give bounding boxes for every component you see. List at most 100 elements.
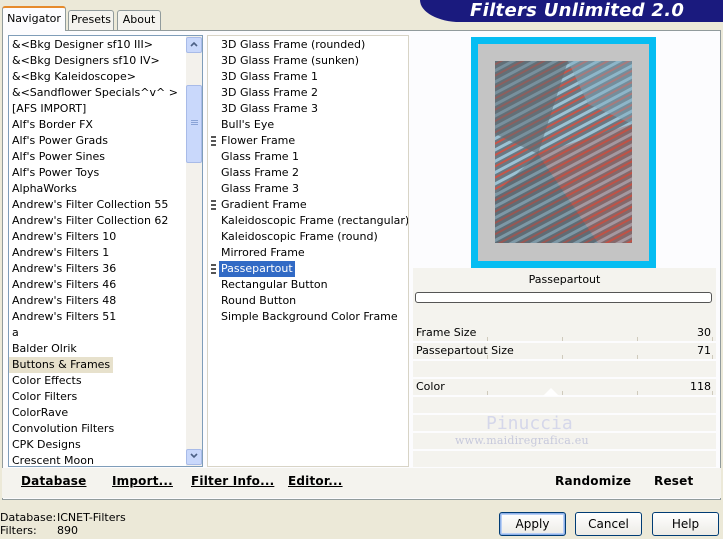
randomize-button[interactable]: Randomize <box>555 474 631 488</box>
import-button[interactable]: Import... <box>112 474 173 488</box>
filter-item-label: 3D Glass Frame 3 <box>221 102 319 115</box>
chevron-up-icon <box>190 41 198 47</box>
category-item[interactable]: Andrew's Filters 46 <box>9 277 119 293</box>
filter-item[interactable]: 3D Glass Frame 2 <box>208 85 408 101</box>
param-slot-empty <box>413 451 716 467</box>
tab-about[interactable]: About <box>117 10 161 30</box>
filter-item[interactable]: Gradient Frame <box>208 197 408 213</box>
category-item[interactable]: Andrew's Filters 1 <box>9 245 112 261</box>
filter-item-label: 3D Glass Frame 2 <box>221 86 319 99</box>
slider-pointer-icon <box>543 388 559 396</box>
filter-item-label: Glass Frame 2 <box>221 166 300 179</box>
category-item[interactable]: Andrew's Filters 10 <box>9 229 119 245</box>
filter-item-label: Kaleidoscopic Frame (rectangular) <box>221 214 409 227</box>
param-slot-empty <box>413 361 716 377</box>
preview-image <box>478 44 649 261</box>
param-frame-size[interactable]: Frame Size 30 <box>413 325 716 341</box>
status-database-label: Database: <box>0 511 57 524</box>
category-item[interactable]: Buttons & Frames <box>9 357 114 373</box>
scroll-down-button[interactable] <box>186 449 202 465</box>
category-item[interactable]: &<Bkg Kaleidoscope> <box>9 69 139 85</box>
filter-item-label: Glass Frame 1 <box>221 150 300 163</box>
category-scrollbar[interactable] <box>186 36 202 466</box>
filter-item-label: Simple Background Color Frame <box>221 310 398 323</box>
filter-info-button[interactable]: Filter Info... <box>191 474 274 488</box>
editor-button[interactable]: Editor... <box>288 474 343 488</box>
category-item[interactable]: Andrew's Filters 51 <box>9 309 119 325</box>
help-button[interactable]: Help <box>652 512 719 536</box>
status-database-value: ICNET-Filters <box>57 511 126 524</box>
filter-item-label: Mirrored Frame <box>221 246 305 259</box>
drag-grip-icon <box>211 264 216 275</box>
filter-item[interactable]: Flower Frame <box>208 133 408 149</box>
app-title: Filters Unlimited 2.0 <box>470 0 685 21</box>
category-item[interactable]: Alf's Power Sines <box>9 149 108 165</box>
filter-item[interactable]: Glass Frame 3 <box>208 181 408 197</box>
filter-item[interactable]: Kaleidoscopic Frame (round) <box>208 229 408 245</box>
filter-item-label: Gradient Frame <box>221 198 307 211</box>
apply-button[interactable]: Apply <box>499 512 566 536</box>
category-item[interactable]: ColorRave <box>9 405 71 421</box>
filter-item-label: Passepartout <box>219 261 295 277</box>
category-item[interactable]: &<Bkg Designers sf10 IV> <box>9 53 163 69</box>
cancel-button[interactable]: Cancel <box>575 512 642 536</box>
filter-item[interactable]: 3D Glass Frame 1 <box>208 69 408 85</box>
category-item[interactable]: Andrew's Filter Collection 62 <box>9 213 171 229</box>
scroll-thumb[interactable] <box>186 85 202 163</box>
category-item[interactable]: Andrew's Filters 48 <box>9 293 119 309</box>
filter-item-label: Flower Frame <box>221 134 296 147</box>
category-item[interactable]: AlphaWorks <box>9 181 80 197</box>
watermark-site: www.maidiregrafica.eu <box>455 434 589 447</box>
filter-list[interactable]: 3D Glass Frame (rounded) 3D Glass Frame (… <box>207 35 409 467</box>
filter-item[interactable]: Mirrored Frame <box>208 245 408 261</box>
category-item[interactable]: Convolution Filters <box>9 421 117 437</box>
filter-item[interactable]: 3D Glass Frame 3 <box>208 101 408 117</box>
category-item[interactable]: Alf's Border FX <box>9 117 96 133</box>
grip-icon <box>191 120 198 126</box>
filter-item-label: Kaleidoscopic Frame (round) <box>221 230 378 243</box>
filter-item[interactable]: Rectangular Button <box>208 277 408 293</box>
drag-grip-icon <box>211 200 216 211</box>
category-item[interactable]: [AFS IMPORT] <box>9 101 89 117</box>
filter-item[interactable]: Kaleidoscopic Frame (rectangular) <box>208 213 408 229</box>
filter-item[interactable]: Simple Background Color Frame <box>208 309 408 325</box>
filter-item[interactable]: Bull's Eye <box>208 117 408 133</box>
param-color[interactable]: Color 118 <box>413 379 716 395</box>
category-item[interactable]: Color Effects <box>9 373 85 389</box>
category-item[interactable]: a <box>9 325 22 341</box>
filter-item[interactable]: 3D Glass Frame (rounded) <box>208 37 408 53</box>
chevron-down-icon <box>190 453 198 459</box>
filter-item-label: Round Button <box>221 294 297 307</box>
filter-item[interactable]: 3D Glass Frame (sunken) <box>208 53 408 69</box>
category-item[interactable]: Andrew's Filter Collection 55 <box>9 197 171 213</box>
category-item[interactable]: Andrew's Filters 36 <box>9 261 119 277</box>
tab-presets[interactable]: Presets <box>68 10 114 30</box>
reset-button[interactable]: Reset <box>654 474 693 488</box>
param-slot-empty <box>413 397 716 413</box>
filter-item-label: 3D Glass Frame (sunken) <box>221 54 359 67</box>
category-item[interactable]: &<Bkg Designer sf10 III> <box>9 37 156 53</box>
scroll-up-button[interactable] <box>186 37 202 53</box>
category-list[interactable]: &<Bkg Designer sf10 III> &<Bkg Designers … <box>8 35 203 467</box>
database-button[interactable]: Database <box>21 474 86 488</box>
category-item[interactable]: CPK Designs <box>9 437 84 453</box>
progress-bar <box>415 292 712 303</box>
category-item[interactable]: Color Filters <box>9 389 80 405</box>
filter-item[interactable]: Glass Frame 2 <box>208 165 408 181</box>
drag-grip-icon <box>211 136 216 147</box>
tab-navigator[interactable]: Navigator <box>2 6 66 31</box>
category-item[interactable]: &<Sandflower Specials^v^ > <box>9 85 181 101</box>
filter-name-label: Passepartout <box>528 273 601 286</box>
category-item[interactable]: Crescent Moon <box>9 453 97 466</box>
filter-item-label: 3D Glass Frame (rounded) <box>221 38 366 51</box>
filter-item[interactable]: Passepartout <box>208 261 408 277</box>
filter-item[interactable]: Round Button <box>208 293 408 309</box>
filter-item-label: Glass Frame 3 <box>221 182 300 195</box>
category-item[interactable]: Alf's Power Toys <box>9 165 102 181</box>
param-passepartout-size[interactable]: Passepartout Size 71 <box>413 343 716 359</box>
watermark-name: Pinuccia <box>486 413 573 434</box>
filter-item[interactable]: Glass Frame 1 <box>208 149 408 165</box>
category-item[interactable]: Balder Olrik <box>9 341 80 357</box>
category-item[interactable]: Alf's Power Grads <box>9 133 111 149</box>
status-filters-count: 890 <box>57 524 78 537</box>
